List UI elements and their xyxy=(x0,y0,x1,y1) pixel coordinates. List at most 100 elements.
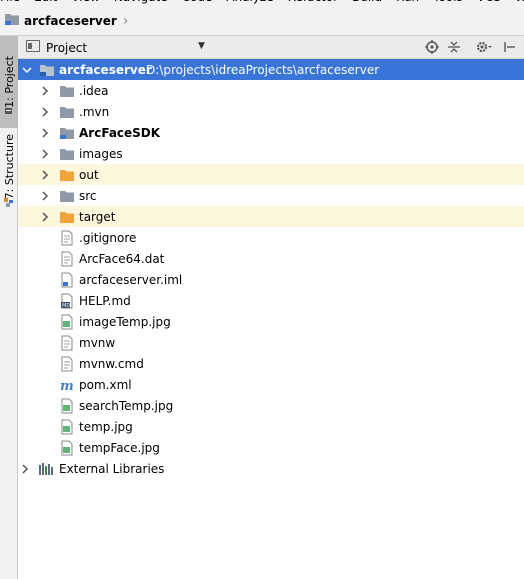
module-folder-icon xyxy=(59,125,75,141)
project-view-icon xyxy=(26,40,40,55)
tree-folder-row[interactable]: out xyxy=(18,164,524,185)
iml-file-icon xyxy=(59,272,75,288)
text-file-icon xyxy=(59,230,75,246)
excluded-folder-icon xyxy=(59,209,75,225)
tree-item-label: .idea xyxy=(79,83,109,98)
tree-file-row[interactable]: searchTemp.jpg xyxy=(18,395,524,416)
folder-icon xyxy=(59,83,75,99)
tree-folder-row[interactable]: .mvn xyxy=(18,101,524,122)
tree-item-label: imageTemp.jpg xyxy=(79,314,171,329)
menu-item-navigate[interactable]: Navigate xyxy=(114,0,168,4)
hide-panel-icon[interactable] xyxy=(502,39,518,55)
module-folder-icon xyxy=(39,62,55,78)
folder-icon xyxy=(59,188,75,204)
svg-text:m: m xyxy=(60,379,74,392)
tree-folder-row[interactable]: images xyxy=(18,143,524,164)
menu-item-vcs[interactable]: VCS xyxy=(477,0,501,4)
image-file-icon xyxy=(59,440,75,456)
excluded-folder-icon xyxy=(59,167,75,183)
menu-item-file[interactable]: File xyxy=(0,0,20,4)
locate-file-icon[interactable] xyxy=(424,39,440,55)
navigation-bar: arcfaceserver › xyxy=(0,6,524,36)
view-dropdown-arrow-icon[interactable]: ▼ xyxy=(198,41,205,51)
project-tab-icon xyxy=(4,104,13,114)
structure-tab-icon xyxy=(4,196,13,207)
tree-item-label: HELP.md xyxy=(79,293,131,308)
tree-folder-row[interactable]: target xyxy=(18,206,524,227)
panel-title: Project xyxy=(46,40,88,55)
tree-root-row[interactable]: arcfaceserver D:\projects\idreaProjects\… xyxy=(18,59,524,80)
chevron-right-icon: › xyxy=(122,12,129,29)
menu-item-analyze[interactable]: Analyze xyxy=(226,0,273,4)
project-panel-header: Project ▼ xyxy=(18,36,524,59)
menu-item-run[interactable]: Run xyxy=(396,0,419,4)
text-file-icon xyxy=(59,251,75,267)
tree-file-row[interactable]: ArcFace64.dat xyxy=(18,248,524,269)
tool-tab-structure-label: 7: Structure xyxy=(2,134,16,200)
breadcrumb-project[interactable]: arcfaceserver xyxy=(24,14,117,28)
image-file-icon xyxy=(59,419,75,435)
expand-arrow-right-icon[interactable] xyxy=(20,463,30,474)
root-name: arcfaceserver xyxy=(59,62,152,77)
maven-icon: m xyxy=(59,377,75,393)
svg-text:MD: MD xyxy=(62,303,70,309)
tree-file-row[interactable]: temp.jpg xyxy=(18,416,524,437)
tree-file-row[interactable]: imageTemp.jpg xyxy=(18,311,524,332)
tree-item-label: arcfaceserver.iml xyxy=(79,272,183,287)
expand-arrow-right-icon[interactable] xyxy=(40,211,50,222)
tree-item-label: out xyxy=(79,167,99,182)
menu-item-tools[interactable]: Tools xyxy=(433,0,463,4)
expand-arrow-right-icon[interactable] xyxy=(40,127,50,138)
tree-item-label: .mvn xyxy=(79,104,110,119)
expand-arrow-right-icon[interactable] xyxy=(40,85,50,96)
image-file-icon xyxy=(59,314,75,330)
expand-arrow-right-icon[interactable] xyxy=(40,190,50,201)
collapse-all-icon[interactable] xyxy=(446,39,462,55)
tree-item-label: .gitignore xyxy=(79,230,137,245)
tree-item-label: src xyxy=(79,188,97,203)
libraries-icon xyxy=(38,461,54,477)
expand-arrow-right-icon[interactable] xyxy=(40,148,50,159)
tool-tab-structure[interactable]: 7: Structure xyxy=(0,128,18,206)
menu-item-window[interactable]: Window xyxy=(515,0,524,4)
text-file-icon xyxy=(59,356,75,372)
tree-file-row[interactable]: m pom.xml xyxy=(18,374,524,395)
image-file-icon xyxy=(59,398,75,414)
tree-folder-row[interactable]: ArcFaceSDK xyxy=(18,122,524,143)
folder-icon xyxy=(59,146,75,162)
tree-item-label: target xyxy=(79,209,116,224)
breadcrumb[interactable]: arcfaceserver › xyxy=(4,12,128,29)
tree-item-label: searchTemp.jpg xyxy=(79,398,174,413)
external-libraries-row[interactable]: External Libraries xyxy=(18,458,524,479)
tree-item-label: mvnw.cmd xyxy=(79,356,144,371)
tree-item-label: tempFace.jpg xyxy=(79,440,160,455)
expand-arrow-right-icon[interactable] xyxy=(40,169,50,180)
tree-item-label: mvnw xyxy=(79,335,116,350)
project-tree: arcfaceserver D:\projects\idreaProjects\… xyxy=(18,59,524,479)
tree-file-row[interactable]: mvnw.cmd xyxy=(18,353,524,374)
tree-file-row[interactable]: mvnw xyxy=(18,332,524,353)
tree-file-row[interactable]: arcfaceserver.iml xyxy=(18,269,524,290)
tree-file-row[interactable]: .gitignore xyxy=(18,227,524,248)
settings-gear-icon[interactable] xyxy=(476,39,492,55)
menu-item-code[interactable]: Code xyxy=(182,0,213,4)
tree-item-label: images xyxy=(79,146,123,161)
tree-item-label: ArcFaceSDK xyxy=(79,125,161,140)
tree-file-row[interactable]: tempFace.jpg xyxy=(18,437,524,458)
menu-item-edit[interactable]: Edit xyxy=(34,0,57,4)
text-file-icon xyxy=(59,335,75,351)
external-libraries-label: External Libraries xyxy=(59,461,165,476)
tree-item-label: pom.xml xyxy=(79,377,132,392)
markdown-file-icon: MD xyxy=(59,293,75,309)
expand-arrow-down-icon[interactable] xyxy=(22,65,32,75)
menu-item-build[interactable]: Build xyxy=(352,0,382,4)
tree-folder-row[interactable]: src xyxy=(18,185,524,206)
view-selector[interactable]: Project xyxy=(26,40,87,55)
menu-item-view[interactable]: View xyxy=(71,0,99,4)
tree-folder-row[interactable]: .idea xyxy=(18,80,524,101)
expand-arrow-right-icon[interactable] xyxy=(40,106,50,117)
menu-item-refactor[interactable]: Refactor xyxy=(288,0,338,4)
tree-file-row[interactable]: MD HELP.md xyxy=(18,290,524,311)
root-path: D:\projects\idreaProjects\arcfaceserver xyxy=(146,62,380,77)
tool-tab-project-label: 1: Project xyxy=(2,56,16,108)
